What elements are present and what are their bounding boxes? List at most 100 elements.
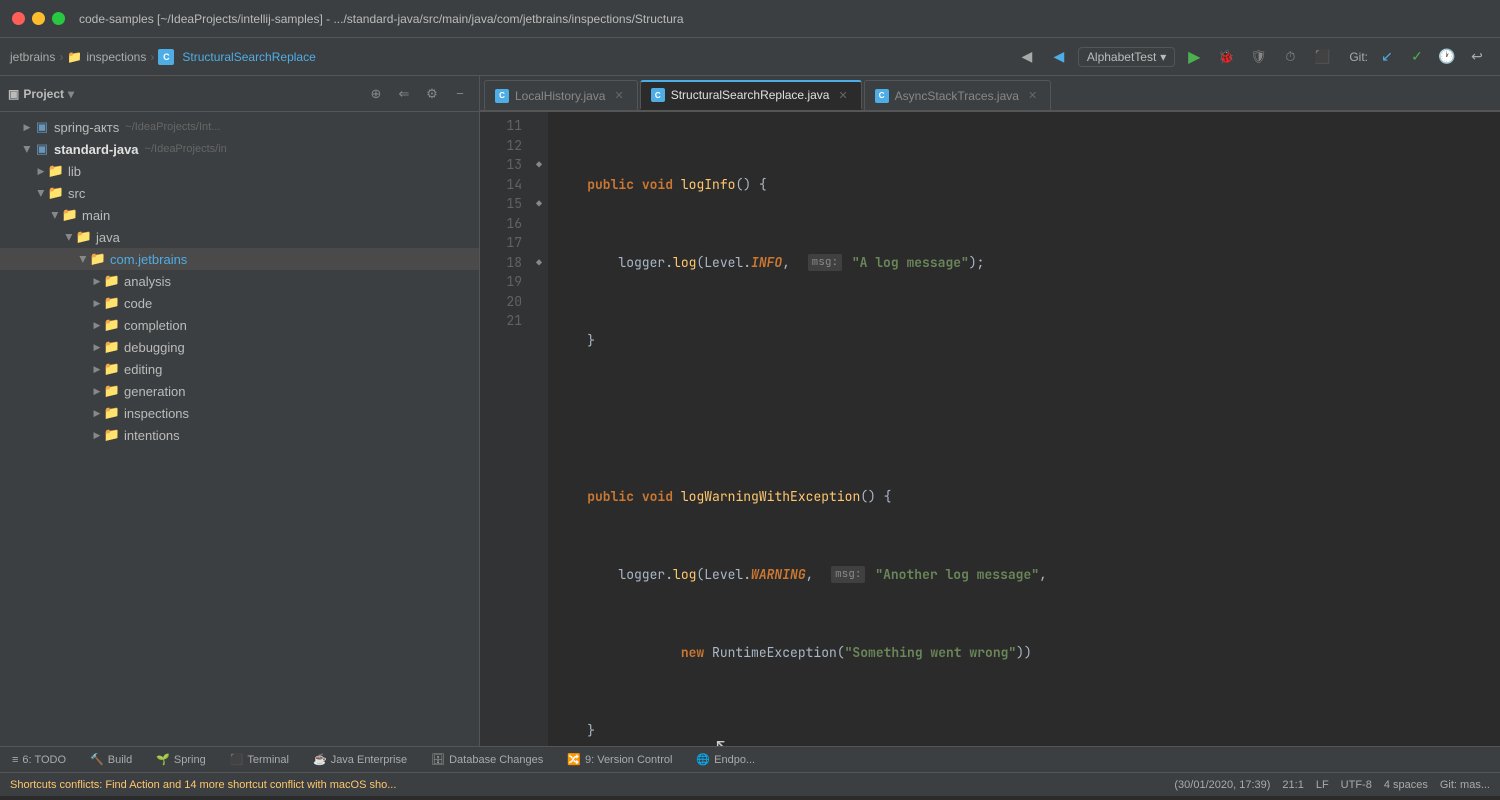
tool-java-enterprise-button[interactable]: ☕ Java Enterprise [309,751,411,768]
titlebar-text: code-samples [~/IdeaProjects/intellij-sa… [79,12,684,26]
list-item[interactable]: ▶ 📁 java [0,226,479,248]
breadcrumb-jetbrains[interactable]: jetbrains [10,50,55,64]
code-line-17: new RuntimeException("Something went wro… [556,643,1492,663]
tree-arrow-icon: ▶ [90,320,104,331]
tab-async-stack[interactable]: C AsyncStackTraces.java ✕ [864,80,1051,110]
editor-panel: C LocalHistory.java ✕ C StructuralSearch… [480,76,1500,746]
tab-class-icon: C [651,88,665,102]
tool-terminal-button[interactable]: ⬛ Terminal [226,751,293,768]
list-item[interactable]: ▶ 📁 analysis [0,270,479,292]
status-indent[interactable]: 4 spaces [1384,779,1428,791]
tree-item-label: completion [124,318,187,333]
breadcrumb-class[interactable]: StructuralSearchReplace [182,50,315,64]
tool-java-enterprise-label: Java Enterprise [331,754,407,766]
breadcrumb-sep-2: › [150,50,154,64]
breadcrumb-folder-icon: 📁 [67,50,82,64]
close-button[interactable] [12,12,25,25]
list-item[interactable]: ▶ ▣ standard-java ~/IdeaProjects/in [0,138,479,160]
run-button[interactable]: ▶ [1181,44,1207,70]
tool-endpoint-button[interactable]: 🌐 Endpo... [692,751,759,768]
list-item[interactable]: ▶ 📁 src [0,182,479,204]
list-item[interactable]: ▶ 📁 code [0,292,479,314]
folder-icon: 📁 [48,163,64,179]
tab-local-history[interactable]: C LocalHistory.java ✕ [484,80,638,110]
profile-button[interactable]: ⏱ [1277,44,1303,70]
list-item[interactable]: ▶ 📁 debugging [0,336,479,358]
run-with-coverage-button[interactable]: 🛡 [1245,44,1271,70]
gutter-mark [530,214,548,234]
tree-item-label: debugging [124,340,185,355]
main-area: ▣ Project ▾ ⊕ ⇐ ⚙ − ▶ ▣ spring-aктs ~/Id… [0,76,1500,746]
folder-icon: 📁 [90,251,106,267]
list-item[interactable]: ▶ 📁 completion [0,314,479,336]
folder-icon: 📁 [104,405,120,421]
status-encoding[interactable]: UTF-8 [1341,779,1372,791]
breadcrumb-sep-1: › [59,50,63,64]
tree-arrow-icon: ▶ [90,386,104,397]
tree-arrow-icon: ▶ [34,166,48,177]
folder-icon: 📁 [104,317,120,333]
gutter-mark [530,136,548,156]
tab-structural-search[interactable]: C StructuralSearchReplace.java ✕ [640,80,862,110]
list-icon: ≡ [12,754,18,766]
list-item[interactable]: ▶ ▣ spring-aктs ~/IdeaProjects/Int... [0,116,479,138]
folder-icon: 📁 [48,185,64,201]
list-item[interactable]: ▶ 📁 inspections [0,402,479,424]
gutter-fold-icon[interactable]: ◆ [530,253,548,273]
gutter-mark [530,233,548,253]
code-line-14 [556,409,1492,429]
list-item[interactable]: ▶ 📁 lib [0,160,479,182]
folder-icon: 📁 [104,273,120,289]
locate-file-button[interactable]: ⊕ [365,83,387,105]
list-item[interactable]: ▶ 📁 main [0,204,479,226]
line-numbers: 11 12 13 14 15 16 17 18 19 20 21 [480,112,530,746]
git-update-button[interactable]: ↙ [1374,44,1400,70]
tab-close-button[interactable]: ✕ [835,88,850,103]
list-item[interactable]: ▶ 📁 com.jetbrains [0,248,479,270]
git-history-button[interactable]: 🕐 [1434,44,1460,70]
tool-version-control-button[interactable]: 🔀 9: Version Control [563,751,676,768]
tree-item-label: java [96,230,120,245]
breadcrumb-inspections[interactable]: inspections [86,50,146,64]
collapse-all-button[interactable]: ⇐ [393,83,415,105]
folder-icon: 📁 [104,427,120,443]
list-item[interactable]: ▶ 📁 editing [0,358,479,380]
status-warning-text[interactable]: Shortcuts conflicts: Find Action and 14 … [10,779,396,791]
tree-arrow-icon: ▶ [36,186,47,200]
statusbar: Shortcuts conflicts: Find Action and 14 … [0,772,1500,796]
tool-database-changes-button[interactable]: 🗄 Database Changes [427,751,547,768]
gutter-fold-icon[interactable]: ◆ [530,155,548,175]
run-config-dropdown[interactable]: AlphabetTest ▾ [1078,47,1175,67]
tool-build-button[interactable]: 🔨 Build [86,751,136,768]
gutter-mark [530,292,548,312]
stop-button[interactable]: ⬛ [1309,44,1335,70]
code-editor[interactable]: 11 12 13 14 15 16 17 18 19 20 21 ◆ ◆ [480,112,1500,746]
list-item[interactable]: ▶ 📁 intentions [0,424,479,446]
git-push-button[interactable]: ✓ [1404,44,1430,70]
nav-back-button[interactable]: ◀ [1014,44,1040,70]
sidebar-dropdown-icon[interactable]: ▾ [68,87,74,101]
debug-button[interactable]: 🐞 [1213,44,1239,70]
tab-label: AsyncStackTraces.java [895,89,1019,103]
code-line-18: } [556,721,1492,741]
tool-todo-button[interactable]: ≡ 6: TODO [8,752,70,768]
gutter-fold-icon[interactable]: ◆ [530,194,548,214]
tab-close-button[interactable]: ✕ [611,88,626,103]
status-position[interactable]: 21:1 [1282,779,1303,791]
maximize-button[interactable] [52,12,65,25]
code-content[interactable]: public void logInfo() { logger.log(Level… [548,112,1500,746]
tab-close-button[interactable]: ✕ [1025,88,1040,103]
minimize-button[interactable] [32,12,45,25]
navbar: jetbrains › 📁 inspections › C Structural… [0,38,1500,76]
tree-item-label: editing [124,362,162,377]
run-config-label: AlphabetTest [1087,50,1156,64]
git-rollback-button[interactable]: ↩ [1464,44,1490,70]
status-line-ending[interactable]: LF [1316,779,1329,791]
tool-spring-button[interactable]: 🌱 Spring [152,751,210,768]
settings-button[interactable]: ⚙ [421,83,443,105]
breadcrumb: jetbrains › 📁 inspections › C Structural… [10,49,316,65]
minimize-sidebar-button[interactable]: − [449,83,471,105]
nav-forward-button[interactable]: ◀ [1046,44,1072,70]
endpoint-icon: 🌐 [696,753,710,766]
list-item[interactable]: ▶ 📁 generation [0,380,479,402]
